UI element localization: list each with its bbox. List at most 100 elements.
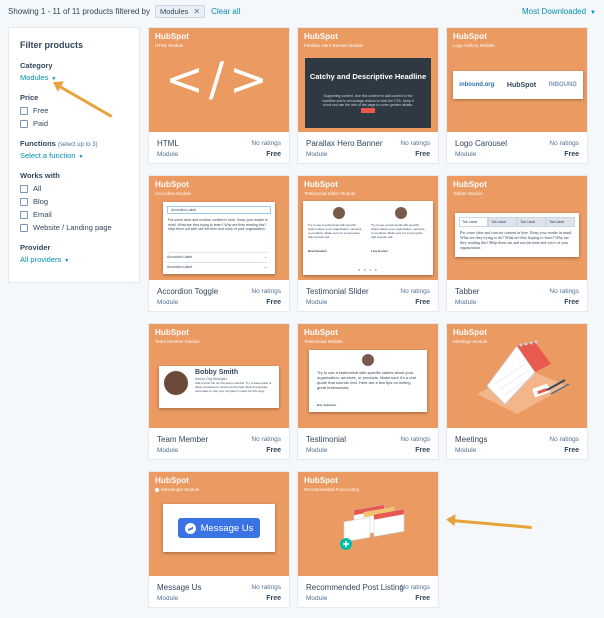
card-rating: No ratings (251, 584, 281, 591)
functions-dropdown[interactable]: Select a function ▼ (20, 151, 128, 160)
checkbox-label: Blog (33, 197, 49, 206)
card-title[interactable]: Tabber (455, 287, 479, 296)
inbound-org-logo: inbound.org (459, 82, 495, 88)
tab-label: Tab Label (546, 217, 575, 227)
provider-section: Provider All providers ▼ (20, 243, 128, 264)
product-card-logo-carousel[interactable]: HubSpot Logo Gallery Module inbound.org … (446, 27, 588, 164)
price-paid-checkbox[interactable]: Paid (20, 119, 128, 128)
card-rating: No ratings (251, 436, 281, 443)
card-type: Module (306, 595, 328, 602)
tab-label: Tab Label (459, 217, 488, 227)
accordion-row: Accordion Label ⌄ (167, 262, 267, 270)
card-title[interactable]: Parallax Hero Banner (306, 139, 382, 148)
card-title[interactable]: Testimonial Slider (306, 287, 369, 296)
card-title[interactable]: HTML (157, 139, 179, 148)
avatar (362, 354, 374, 366)
card-title[interactable]: Meetings (455, 435, 487, 444)
product-card-tabber[interactable]: HubSpot Tabber Module Tab Label Tab Labe… (446, 175, 588, 312)
product-card-recommended-post-listing[interactable]: HubSpot Recommended Post Listing Recomme… (297, 471, 439, 608)
card-title[interactable]: Team Member (157, 435, 208, 444)
sort-dropdown[interactable]: Most Downloaded ▼ (522, 7, 596, 16)
module-label: Parallax Hero Banner Module (304, 43, 364, 48)
hero-preview: Catchy and Descriptive Headline Supporti… (305, 58, 431, 128)
card-title[interactable]: Logo Carousel (455, 139, 507, 148)
card-title[interactable]: Testimonial (306, 435, 346, 444)
tab-content: Put some clear and concise content in he… (460, 230, 573, 250)
accordion-header: Accordion Label (167, 206, 271, 214)
provider-label: Provider (20, 243, 51, 252)
works-with-email-checkbox[interactable]: Email (20, 210, 128, 219)
module-label: Testimonial Slider Module (304, 191, 356, 196)
works-with-label: Works with (20, 171, 60, 180)
accordion-row: Accordion Label ⌄ (167, 252, 267, 260)
product-card-testimonial[interactable]: HubSpot Testimonial Module Try to use a … (297, 323, 439, 460)
category-dropdown[interactable]: Modules▼ (20, 73, 128, 82)
checkbox-icon[interactable] (20, 210, 28, 219)
card-thumbnail[interactable]: HubSpot Parallax Hero Banner Module Catc… (298, 28, 438, 132)
hubspot-logo: HubSpot (155, 476, 190, 485)
checkbox-icon[interactable] (20, 197, 28, 206)
product-card-html[interactable]: HubSpot HTML Module </> HTML Module No r… (148, 27, 290, 164)
works-with-blog-checkbox[interactable]: Blog (20, 197, 128, 206)
testimonial-quote: Try to use a testimonial with specific c… (317, 370, 416, 390)
card-thumbnail[interactable]: HubSpot Testimonial Slider Module Try to… (298, 176, 438, 280)
product-card-meetings[interactable]: HubSpot Meetings Module Meetings Module … (446, 323, 588, 460)
checkbox-icon[interactable] (20, 223, 28, 232)
works-with-website-checkbox[interactable]: Website / Landing page (20, 223, 128, 232)
hubspot-logo: HubSpot (453, 32, 488, 41)
works-with-all-checkbox[interactable]: All (20, 184, 128, 193)
product-card-accordion-toggle[interactable]: HubSpot Accordion Module Accordion Label… (148, 175, 290, 312)
slide-author: Lisa Gomez (371, 249, 388, 253)
card-type: Module (455, 299, 477, 306)
card-type: Module (157, 151, 179, 158)
chevron-down-icon: ▼ (590, 9, 596, 16)
module-label: HTML Module (155, 43, 184, 48)
hubspot-logo: HubSpot (304, 32, 339, 41)
checkbox-label: Free (33, 106, 49, 115)
hubspot-logo: HubSpot (453, 180, 488, 189)
card-thumbnail[interactable]: HubSpot Testimonial Module Try to use a … (298, 324, 438, 428)
filter-chip-modules[interactable]: Modules ✕ (155, 4, 206, 18)
card-type: Module (306, 151, 328, 158)
price-free-checkbox[interactable]: Free (20, 106, 128, 115)
card-thumbnail[interactable]: HubSpot Tabber Module Tab Label Tab Labe… (447, 176, 587, 280)
card-thumbnail[interactable]: HubSpot Recommended Post Listing (298, 472, 438, 576)
card-thumbnail[interactable]: HubSpot Team Member Module Bobby Smith S… (149, 324, 289, 428)
hubspot-logo: HubSpot (155, 180, 190, 189)
card-title[interactable]: Message Us (157, 583, 201, 592)
card-thumbnail[interactable]: HubSpot Meetings Module (447, 324, 587, 428)
module-label: Team Member Module (155, 339, 200, 344)
results-count: Showing 1 - 11 of 11 products filtered b… (8, 6, 151, 16)
member-name: Bobby Smith (195, 369, 239, 376)
hero-text: Supporting content. Use this content to … (322, 94, 414, 107)
provider-dropdown[interactable]: All providers ▼ (20, 255, 128, 264)
checkbox-icon[interactable] (20, 106, 28, 115)
card-type: Module (157, 595, 179, 602)
product-card-testimonial-slider[interactable]: HubSpot Testimonial Slider Module Try to… (297, 175, 439, 312)
card-price: Free (564, 447, 579, 454)
card-title[interactable]: Accordion Toggle (157, 287, 218, 296)
close-icon[interactable]: ✕ (193, 7, 200, 16)
card-thumbnail[interactable]: HubSpot Accordion Module Accordion Label… (149, 176, 289, 280)
accordion-row-label: Accordion Label (167, 264, 193, 269)
product-card-team-member[interactable]: HubSpot Team Member Module Bobby Smith S… (148, 323, 290, 460)
category-value: Modules (20, 73, 49, 82)
card-thumbnail[interactable]: HubSpot HTML Module </> (149, 28, 289, 132)
checkbox-icon[interactable] (20, 119, 28, 128)
avatar (333, 207, 345, 219)
card-thumbnail[interactable]: HubSpot Messenger Module Message Us (149, 472, 289, 576)
tabber-preview: Tab Label Tab Label Tab Label Tab Label … (455, 213, 579, 257)
card-rating: No ratings (251, 140, 281, 147)
product-card-parallax-hero-banner[interactable]: HubSpot Parallax Hero Banner Module Catc… (297, 27, 439, 164)
clear-all-link[interactable]: Clear all (211, 7, 240, 16)
messenger-dot-icon (155, 488, 159, 492)
checkbox-icon[interactable] (20, 184, 28, 193)
messenger-icon (184, 522, 196, 534)
card-title[interactable]: Recommended Post Listing (306, 583, 404, 592)
product-card-message-us[interactable]: HubSpot Messenger Module Message Us Mess… (148, 471, 290, 608)
hubspot-logo: HubSpot (506, 81, 537, 89)
avatar (164, 371, 188, 395)
card-thumbnail[interactable]: HubSpot Logo Gallery Module inbound.org … (447, 28, 587, 132)
functions-value: Select a function (20, 151, 76, 160)
functions-label-text: Functions (20, 139, 56, 148)
